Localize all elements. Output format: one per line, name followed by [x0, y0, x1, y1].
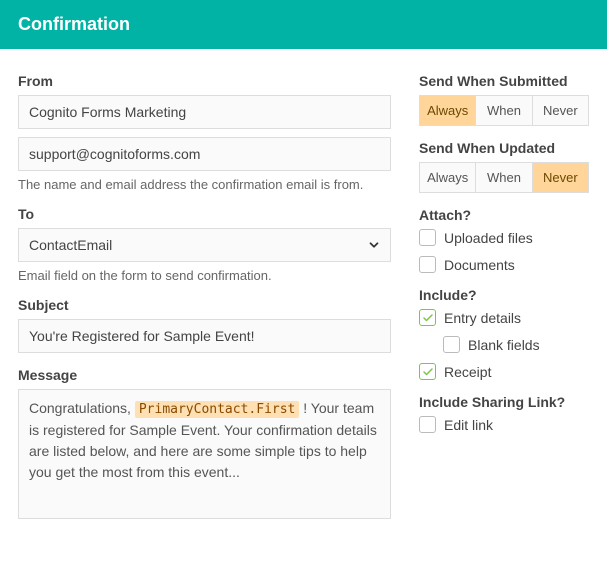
- attach-label: Attach?: [419, 207, 589, 223]
- include-label: Include?: [419, 287, 589, 303]
- checkbox[interactable]: [419, 363, 436, 380]
- checkbox[interactable]: [419, 256, 436, 273]
- from-name-input[interactable]: [18, 95, 391, 129]
- segment-never[interactable]: Never: [533, 96, 588, 125]
- checkbox-row: Uploaded files: [419, 229, 589, 246]
- to-label: To: [18, 206, 391, 222]
- message-label: Message: [18, 367, 391, 383]
- checkbox-row: Documents: [419, 256, 589, 273]
- include-list: Entry details Blank fields Receipt: [419, 309, 589, 380]
- checkbox-label: Edit link: [444, 417, 493, 433]
- send-updated-group: AlwaysWhenNever: [419, 162, 589, 193]
- sharing-label: Include Sharing Link?: [419, 394, 589, 410]
- segment-never[interactable]: Never: [533, 163, 588, 192]
- right-column: Send When Submitted AlwaysWhenNever Send…: [419, 73, 589, 519]
- segment-when[interactable]: When: [476, 96, 532, 125]
- from-helper: The name and email address the confirmat…: [18, 177, 391, 192]
- checkbox-label: Receipt: [444, 364, 491, 380]
- to-helper: Email field on the form to send confirma…: [18, 268, 391, 283]
- left-column: From The name and email address the conf…: [18, 73, 391, 519]
- checkbox-row: Blank fields: [443, 336, 589, 353]
- checkbox[interactable]: [443, 336, 460, 353]
- segment-when[interactable]: When: [476, 163, 532, 192]
- message-text-pre: Congratulations,: [29, 400, 135, 416]
- checkbox-row: Entry details: [419, 309, 589, 326]
- checkbox-row: Receipt: [419, 363, 589, 380]
- subject-label: Subject: [18, 297, 391, 313]
- checkbox[interactable]: [419, 416, 436, 433]
- checkbox-label: Documents: [444, 257, 515, 273]
- send-updated-label: Send When Updated: [419, 140, 589, 156]
- to-select[interactable]: [18, 228, 391, 262]
- checkbox[interactable]: [419, 309, 436, 326]
- checkbox-label: Entry details: [444, 310, 521, 326]
- from-email-input[interactable]: [18, 137, 391, 171]
- attach-list: Uploaded files Documents: [419, 229, 589, 273]
- checkbox[interactable]: [419, 229, 436, 246]
- checkbox-row: Edit link: [419, 416, 589, 433]
- message-editor[interactable]: Congratulations, PrimaryContact.First ! …: [18, 389, 391, 519]
- panel-body: From The name and email address the conf…: [0, 49, 607, 537]
- segment-always[interactable]: Always: [420, 163, 476, 192]
- panel-header: Confirmation: [0, 0, 607, 49]
- subject-input[interactable]: [18, 319, 391, 353]
- send-submitted-label: Send When Submitted: [419, 73, 589, 89]
- checkbox-label: Uploaded files: [444, 230, 533, 246]
- merge-token[interactable]: PrimaryContact.First: [135, 401, 300, 418]
- checkbox-label: Blank fields: [468, 337, 540, 353]
- segment-always[interactable]: Always: [420, 96, 476, 125]
- from-label: From: [18, 73, 391, 89]
- sharing-list: Edit link: [419, 416, 589, 433]
- panel-title: Confirmation: [18, 14, 130, 34]
- send-submitted-group: AlwaysWhenNever: [419, 95, 589, 126]
